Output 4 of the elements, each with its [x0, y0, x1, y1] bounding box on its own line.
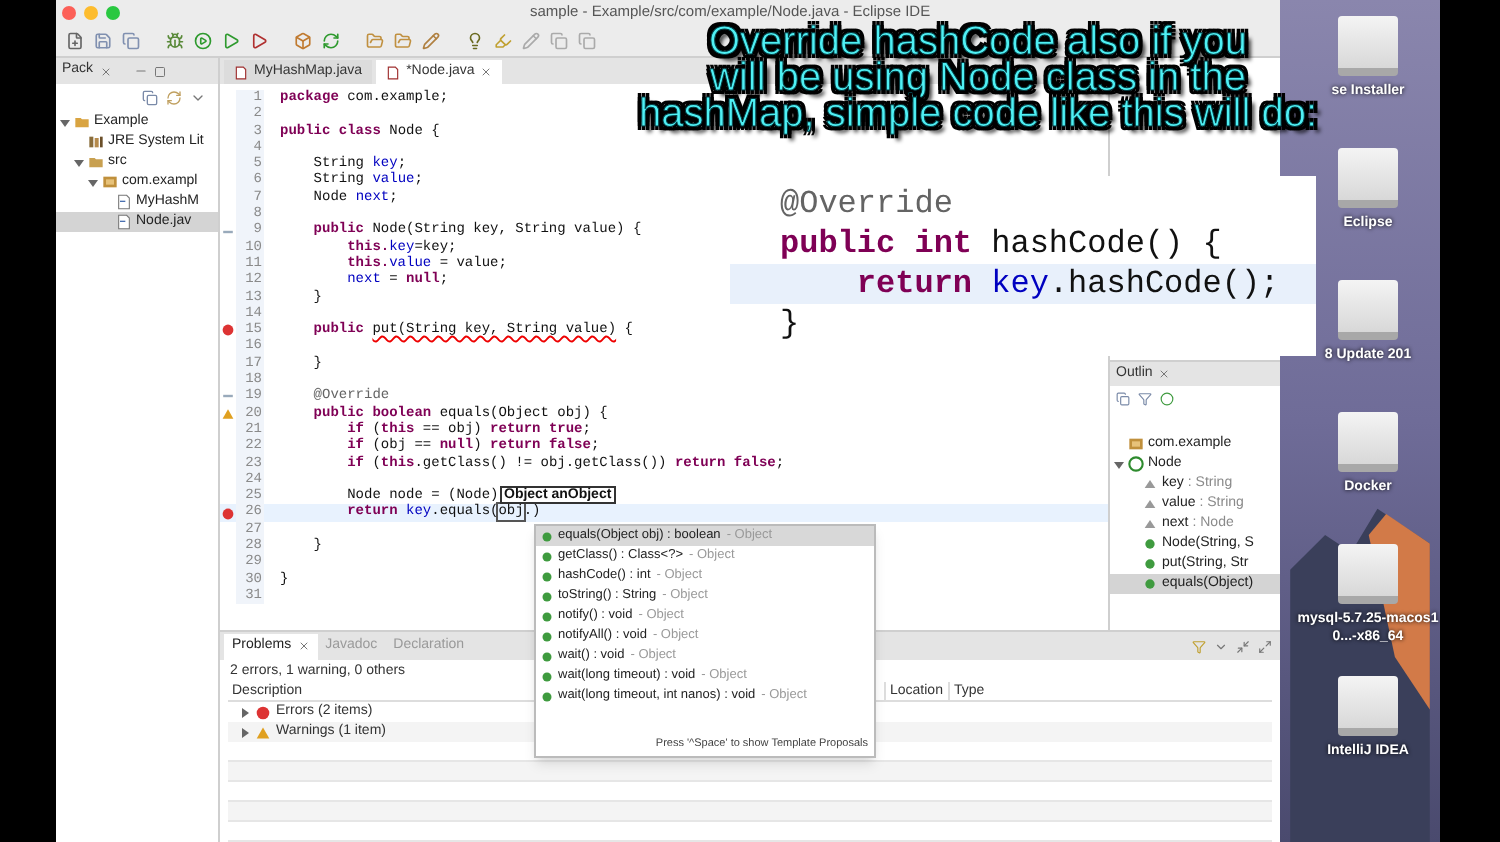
code-line: @Override [780, 184, 953, 226]
code-line: return key.hashCode(); [854, 264, 1280, 306]
code-line: public int hashCode() { [780, 224, 1222, 266]
code-line: } [780, 304, 800, 346]
